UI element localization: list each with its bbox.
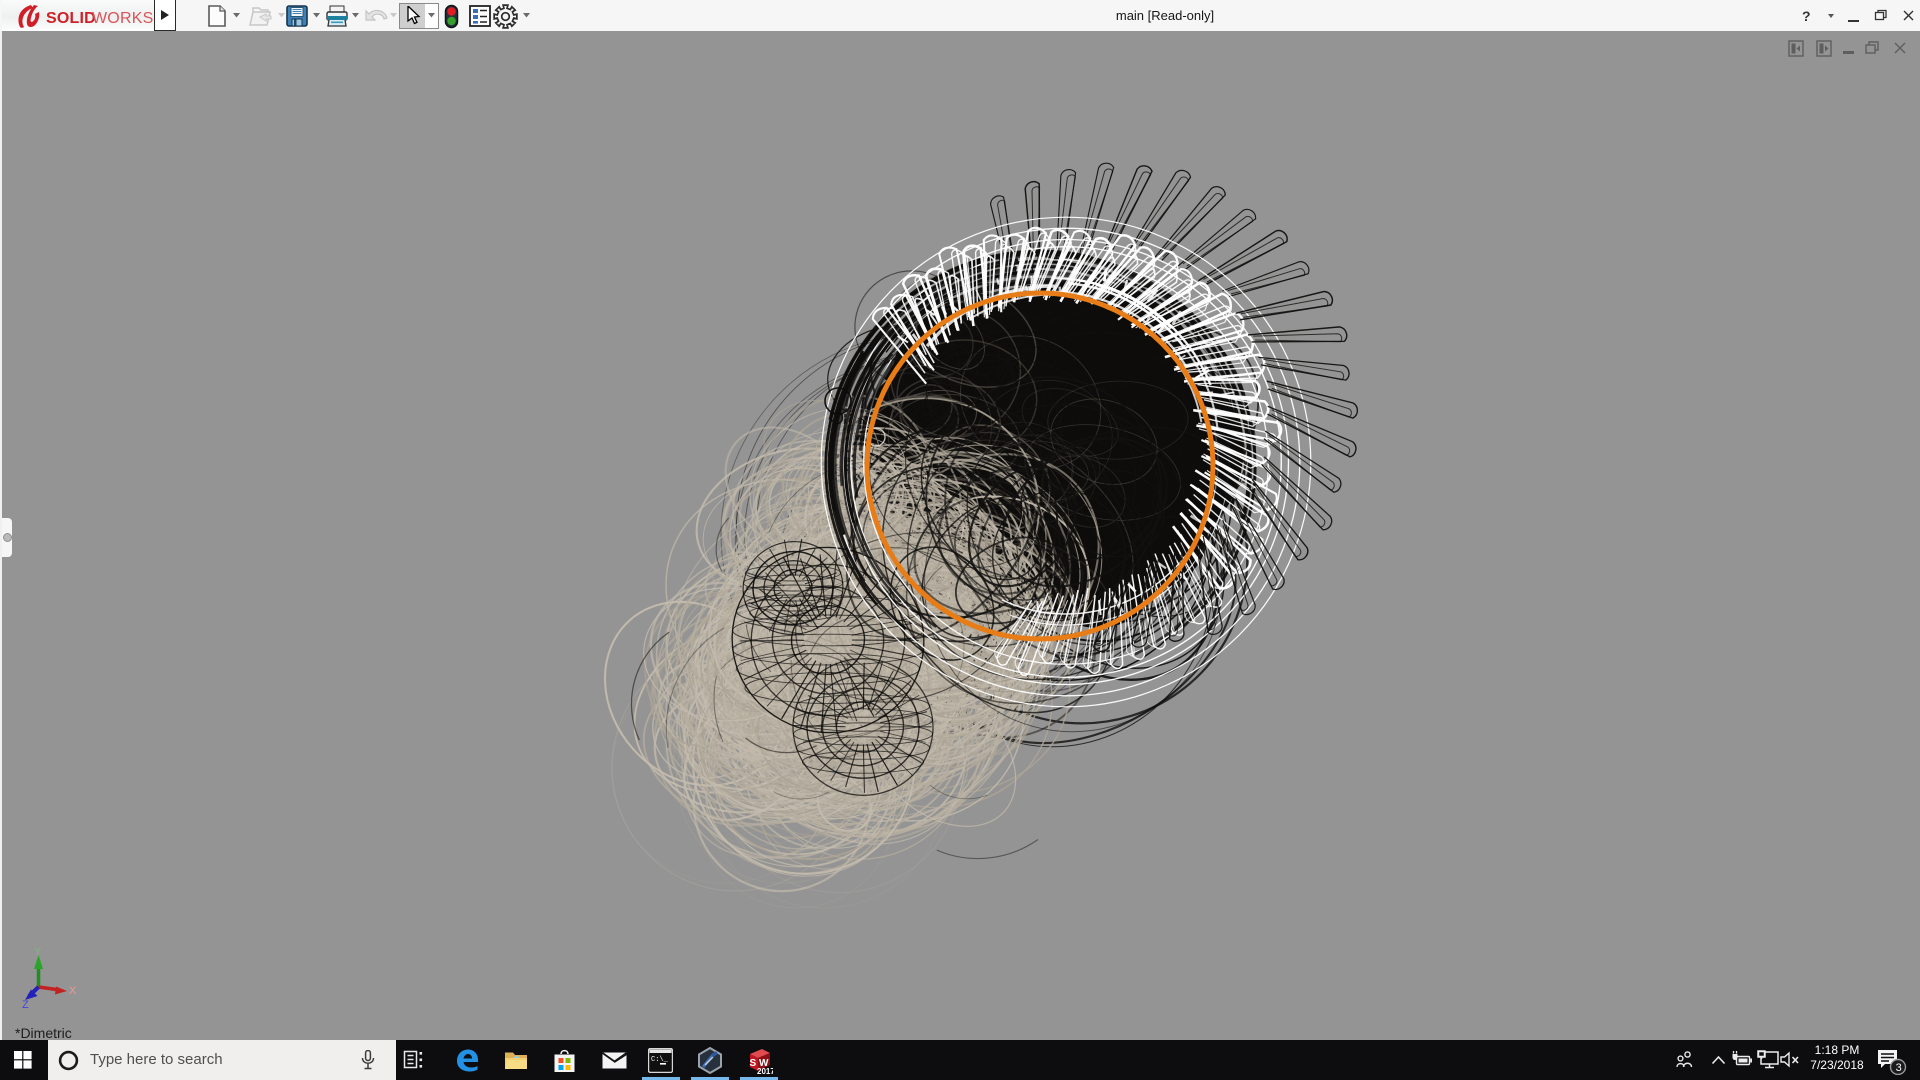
svg-text:Z: Z — [22, 999, 29, 1011]
svg-text:WORKS: WORKS — [92, 10, 153, 27]
svg-text:2017: 2017 — [757, 1067, 773, 1075]
svg-text:?: ? — [1802, 8, 1811, 24]
svg-text:3: 3 — [1896, 1062, 1902, 1074]
svg-text:C:\_: C:\_ — [651, 1056, 669, 1064]
svg-text:Y: Y — [34, 946, 42, 958]
svg-text:S: S — [750, 1058, 757, 1069]
svg-text:X: X — [69, 985, 77, 997]
svg-text:SOLID: SOLID — [46, 10, 96, 27]
